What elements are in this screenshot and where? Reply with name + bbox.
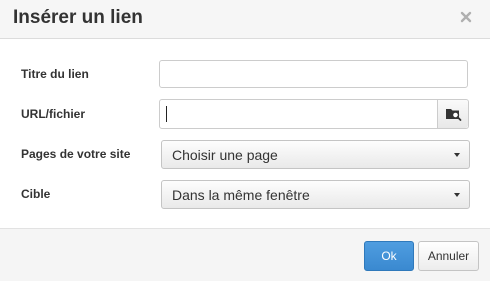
cancel-button[interactable]: Annuler bbox=[418, 241, 479, 271]
link-title-input[interactable] bbox=[159, 60, 468, 88]
url-input[interactable] bbox=[160, 100, 436, 128]
browse-files-button[interactable] bbox=[437, 100, 468, 128]
folder-search-icon bbox=[446, 109, 462, 121]
dialog-footer: Ok Annuler bbox=[0, 228, 490, 281]
close-icon[interactable] bbox=[458, 9, 474, 25]
caret-down-icon bbox=[454, 193, 460, 197]
url-label: URL/fichier bbox=[21, 107, 86, 121]
text-cursor bbox=[166, 106, 167, 122]
pages-select-value: Choisir une page bbox=[172, 147, 278, 163]
url-field bbox=[159, 99, 469, 129]
dialog-header: Insérer un lien bbox=[0, 0, 490, 39]
caret-down-icon bbox=[454, 153, 460, 157]
pages-label: Pages de votre site bbox=[21, 147, 131, 161]
target-select[interactable]: Dans la même fenêtre bbox=[161, 180, 470, 209]
target-select-value: Dans la même fenêtre bbox=[172, 187, 310, 203]
dialog-title: Insérer un lien bbox=[13, 7, 143, 28]
pages-select[interactable]: Choisir une page bbox=[161, 140, 470, 169]
ok-button[interactable]: Ok bbox=[364, 241, 414, 271]
link-title-label: Titre du lien bbox=[21, 67, 89, 81]
insert-link-dialog: Insérer un lien Titre du lien URL/fichie… bbox=[0, 0, 490, 281]
target-label: Cible bbox=[21, 187, 51, 201]
